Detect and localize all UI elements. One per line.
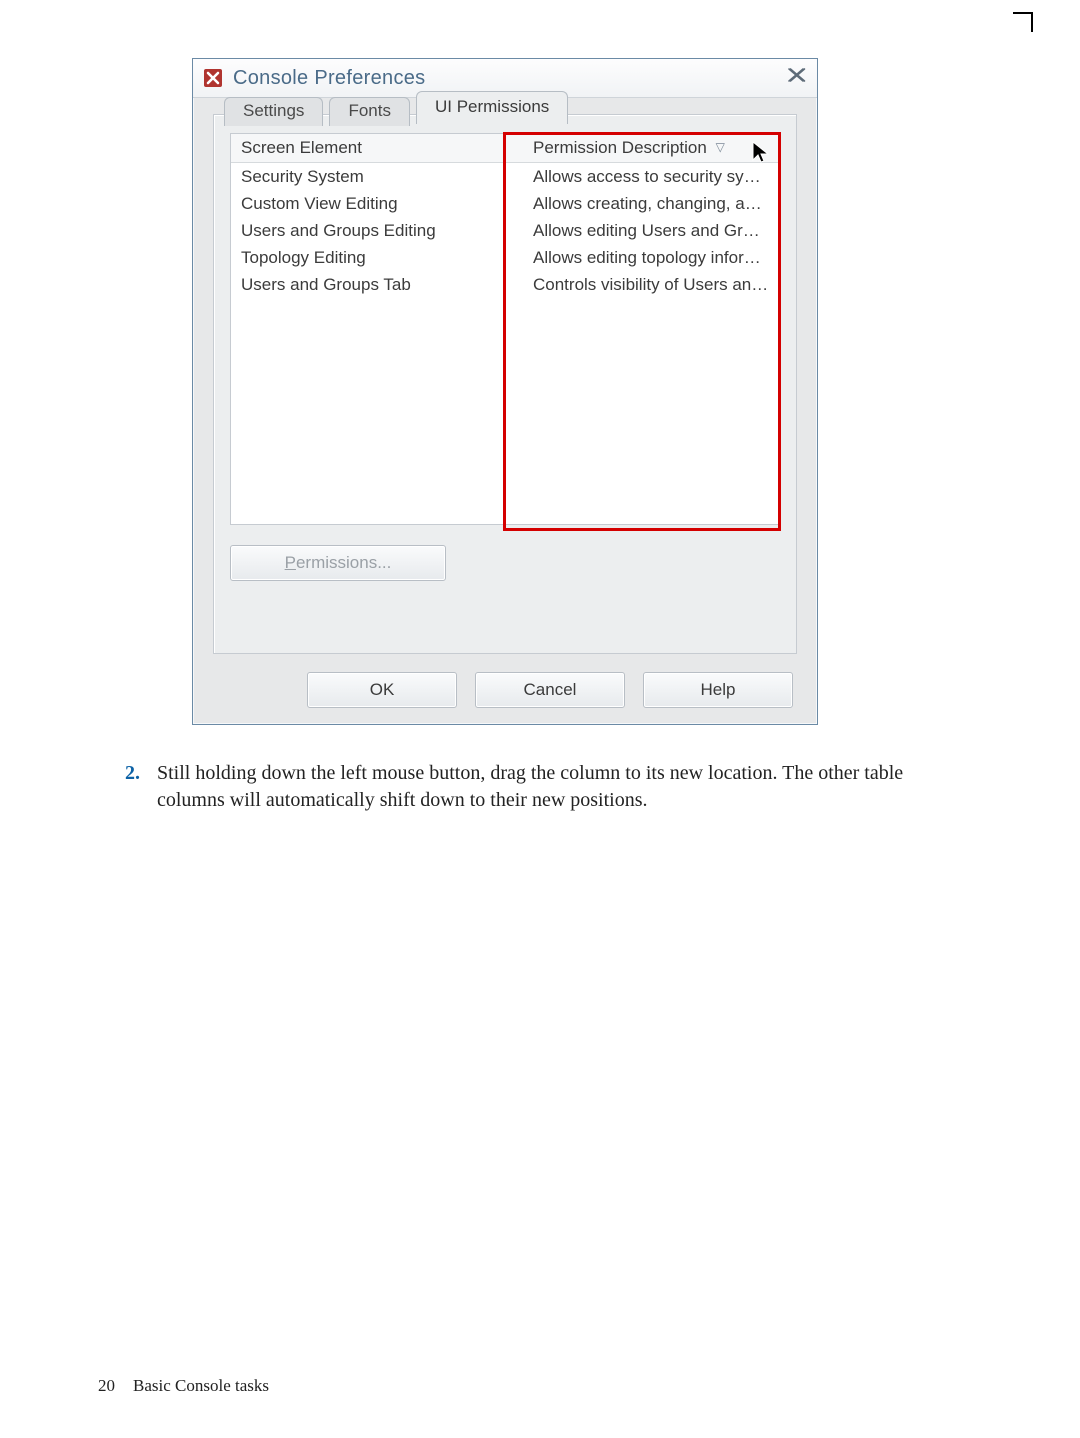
cell-element: Users and Groups Tab: [231, 273, 523, 297]
mnemonic-letter: P: [285, 553, 296, 573]
button-label-rest: ermissions...: [296, 553, 391, 573]
button-label: OK: [370, 680, 395, 700]
table-header-row: Screen Element Permission Description ▽: [231, 134, 779, 163]
instruction-step: 2. Still holding down the left mouse but…: [125, 760, 965, 814]
dialog-button-row: OK Cancel Help: [193, 672, 817, 708]
page: Console Preferences Settings Fonts: [0, 0, 1080, 1438]
tab-label: Fonts: [348, 101, 391, 120]
table-body: Security System Allows access to securit…: [231, 163, 779, 298]
table-row[interactable]: Topology Editing Allows editing topology…: [231, 244, 779, 271]
column-header-screen-element[interactable]: Screen Element: [231, 134, 523, 162]
cell-description: Allows editing topology informati...: [523, 246, 779, 270]
button-label: Help: [701, 680, 736, 700]
step-text: Still holding down the left mouse button…: [157, 760, 965, 814]
app-icon: [203, 68, 223, 88]
table-row[interactable]: Users and Groups Editing Allows editing …: [231, 217, 779, 244]
cell-description: Allows creating, changing, and d...: [523, 192, 779, 216]
cell-element: Users and Groups Editing: [231, 219, 523, 243]
page-number: 20: [98, 1376, 115, 1396]
console-preferences-screenshot: Console Preferences Settings Fonts: [192, 58, 816, 723]
table-row[interactable]: Custom View Editing Allows creating, cha…: [231, 190, 779, 217]
page-corner-decoration: [1013, 12, 1033, 32]
tab-label: UI Permissions: [435, 97, 549, 116]
page-footer: 20 Basic Console tasks: [98, 1376, 269, 1396]
dialog-title: Console Preferences: [233, 67, 425, 90]
cell-description: Allows access to security system.: [523, 165, 779, 189]
permissions-button[interactable]: Permissions...: [230, 545, 446, 581]
permissions-table: Screen Element Permission Description ▽: [230, 133, 780, 525]
column-header-permission-description[interactable]: Permission Description ▽: [523, 134, 779, 162]
cell-element: Security System: [231, 165, 523, 189]
console-preferences-dialog: Console Preferences Settings Fonts: [192, 58, 818, 725]
step-number: 2.: [125, 760, 157, 814]
permissions-button-row: Permissions...: [230, 545, 446, 581]
column-header-label: Permission Description: [533, 138, 707, 157]
tab-ui-permissions[interactable]: UI Permissions: [416, 91, 568, 124]
cell-element: Custom View Editing: [231, 192, 523, 216]
cell-description: Controls visibility of Users and Gr...: [523, 273, 779, 297]
section-title: Basic Console tasks: [133, 1376, 269, 1396]
close-icon[interactable]: [785, 66, 807, 90]
help-button[interactable]: Help: [643, 672, 793, 708]
cell-description: Allows editing Users and Groups...: [523, 219, 779, 243]
tab-fonts[interactable]: Fonts: [329, 97, 410, 126]
tab-settings[interactable]: Settings: [224, 97, 323, 126]
table-row[interactable]: Security System Allows access to securit…: [231, 163, 779, 190]
tab-label: Settings: [243, 101, 304, 120]
cancel-button[interactable]: Cancel: [475, 672, 625, 708]
cell-element: Topology Editing: [231, 246, 523, 270]
sort-descending-icon: ▽: [716, 140, 725, 154]
ok-button[interactable]: OK: [307, 672, 457, 708]
table-row[interactable]: Users and Groups Tab Controls visibility…: [231, 271, 779, 298]
tab-panel: Settings Fonts UI Permissions Screen Ele…: [213, 114, 797, 654]
column-header-label: Screen Element: [241, 138, 362, 157]
tab-strip: Settings Fonts UI Permissions: [224, 93, 574, 123]
button-label: Cancel: [524, 680, 577, 700]
